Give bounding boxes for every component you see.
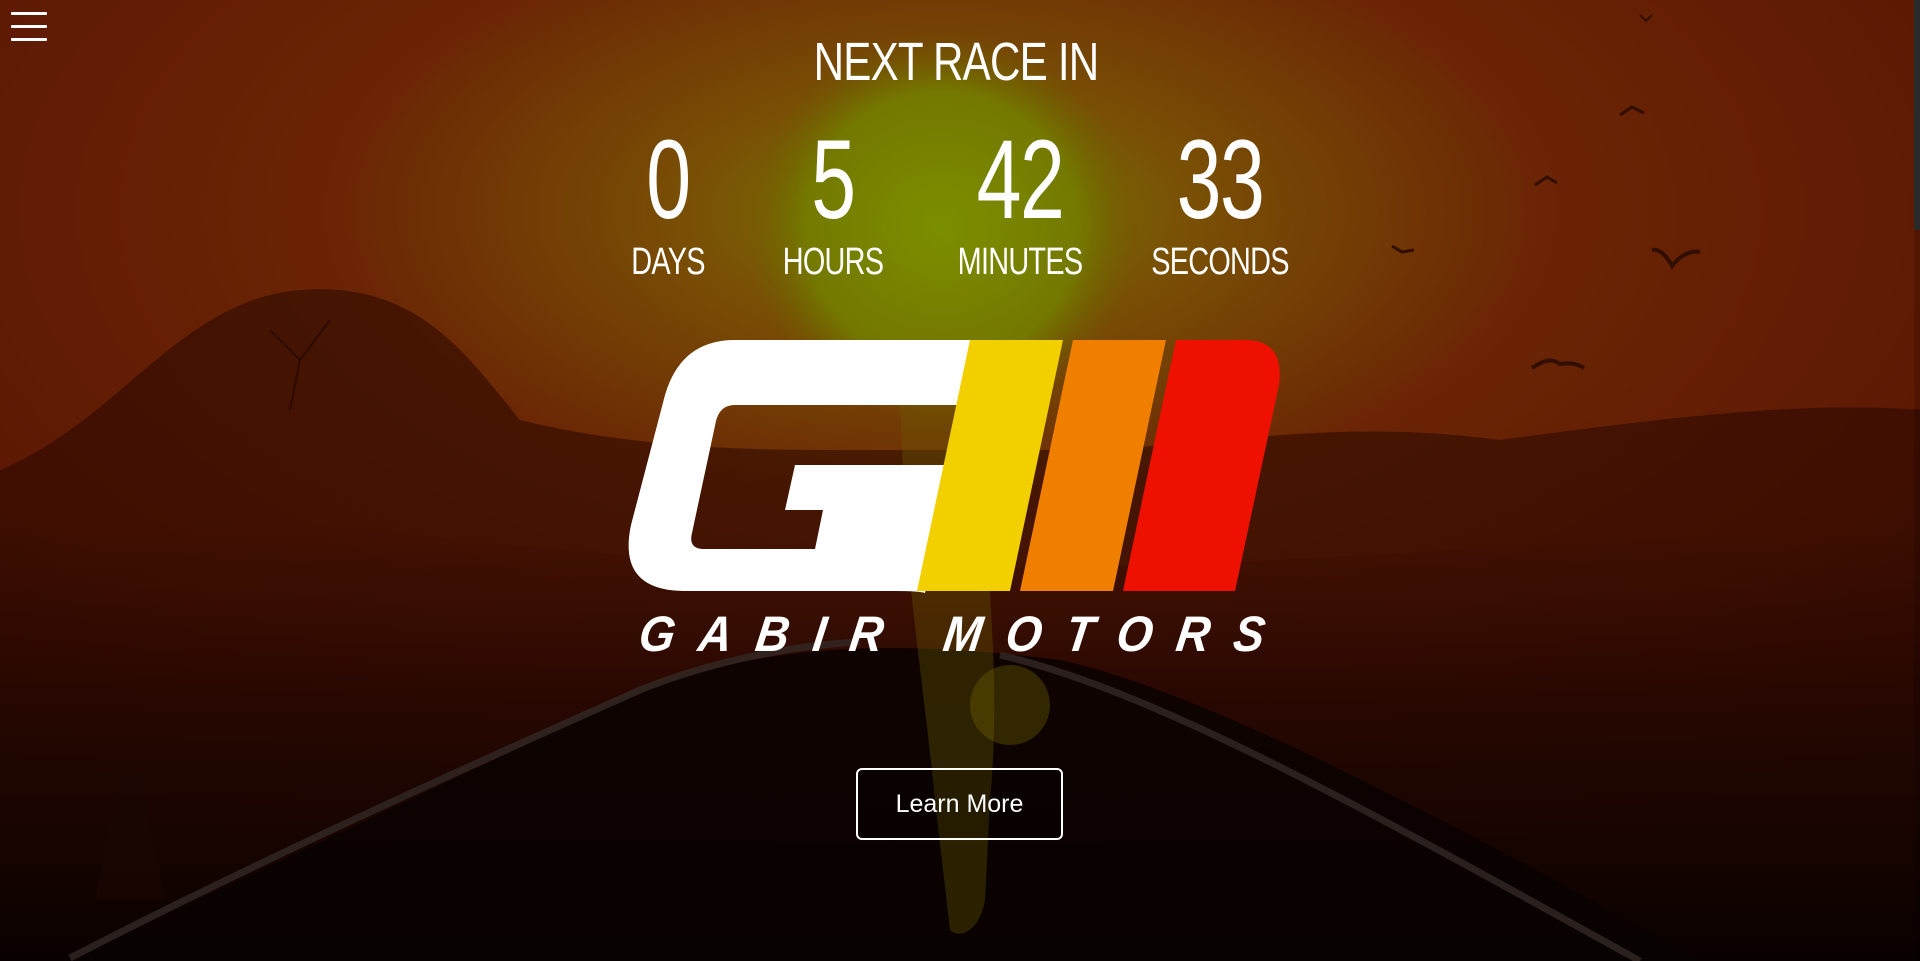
brand-name: GABIR MOTORS — [635, 606, 1293, 662]
countdown-seconds-label: SECONDS — [1151, 241, 1289, 283]
countdown-minutes-label: MINUTES — [957, 241, 1083, 283]
menu-line — [11, 12, 47, 15]
learn-more-button[interactable]: Learn More — [856, 768, 1063, 840]
countdown-hours-value: 5 — [811, 117, 856, 242]
countdown-seconds: 33 SECONDS — [1110, 120, 1330, 284]
menu-line — [11, 25, 47, 28]
countdown-minutes: 42 MINUTES — [910, 120, 1130, 284]
countdown-hours-label: HOURS — [782, 241, 884, 283]
countdown-seconds-value: 33 — [1176, 117, 1265, 242]
hamburger-menu-icon[interactable] — [11, 10, 47, 44]
menu-line — [11, 38, 47, 41]
scrollbar-thumb[interactable] — [1914, 0, 1920, 230]
hero-section: NEXT RACE IN 0 DAYS 5 HOURS 42 MINUTES 3… — [0, 0, 1920, 961]
countdown-minutes-value: 42 — [976, 117, 1065, 242]
countdown-title: NEXT RACE IN — [813, 32, 1100, 92]
page-scrollbar[interactable] — [1914, 0, 1920, 961]
